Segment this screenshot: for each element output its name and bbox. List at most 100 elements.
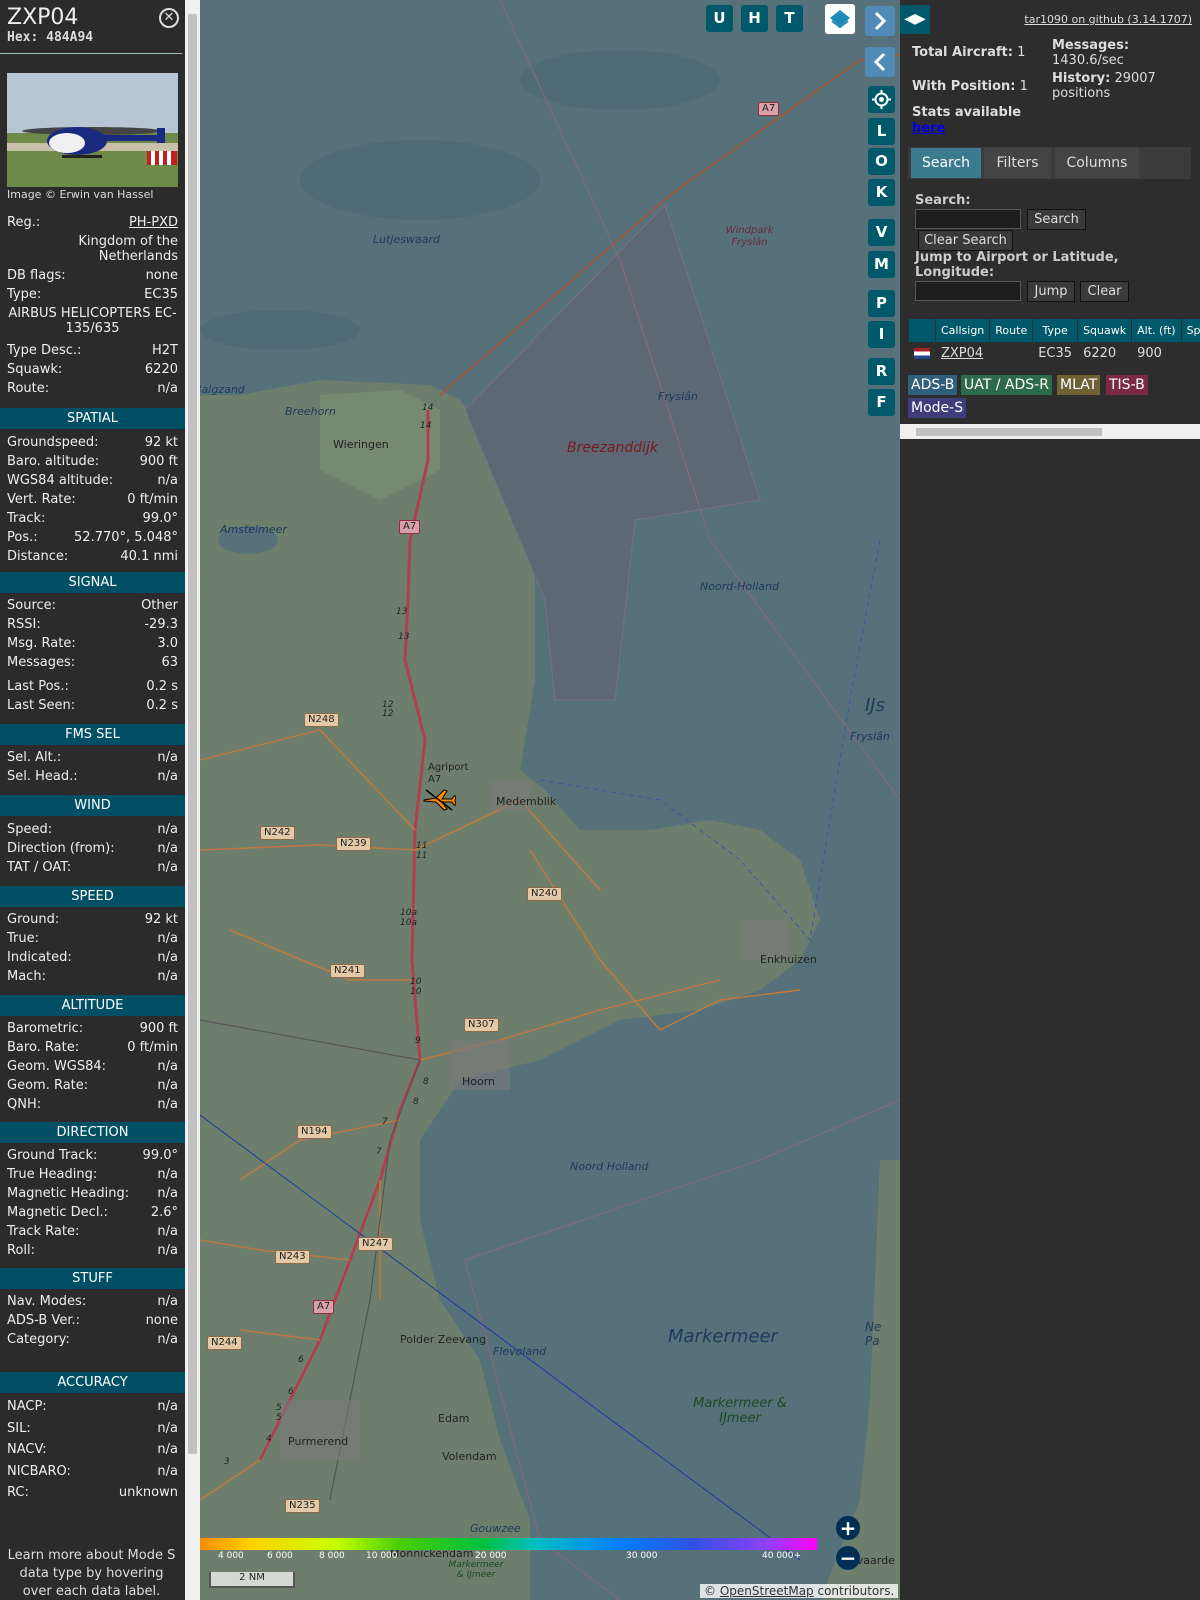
direction-label[interactable]: Track Rate:: [7, 1224, 79, 1239]
accuracy-value: unknown: [118, 1485, 178, 1500]
stuff-label[interactable]: ADS-B Ver.:: [7, 1313, 80, 1328]
signal-label[interactable]: Last Pos.:: [7, 679, 69, 694]
clear-button[interactable]: Clear: [1080, 281, 1129, 302]
github-link[interactable]: tar1090 on github (3.14.1707): [1024, 13, 1192, 26]
signal-label[interactable]: Messages:: [7, 655, 75, 670]
direction-label[interactable]: True Heading:: [7, 1167, 97, 1182]
map-button-l[interactable]: L: [868, 118, 895, 145]
search-button[interactable]: Search: [1027, 209, 1086, 230]
map-button-p[interactable]: P: [868, 290, 895, 317]
badge-adsb[interactable]: ADS-B: [908, 375, 958, 395]
spatial-row: Distance: 40.1 nmi: [7, 549, 178, 564]
aircraft-photo[interactable]: [7, 73, 178, 187]
badge-modes[interactable]: Mode-S: [908, 398, 967, 418]
stuff-label[interactable]: Category:: [7, 1332, 70, 1347]
col-type[interactable]: Type: [1032, 318, 1079, 343]
jump-input[interactable]: [915, 281, 1021, 301]
map-button-r[interactable]: R: [868, 358, 895, 385]
accuracy-label[interactable]: NACP:: [7, 1399, 47, 1414]
fms-label[interactable]: Sel. Head.:: [7, 769, 78, 784]
col-callsign[interactable]: Callsign: [934, 318, 991, 343]
tab-filters[interactable]: Filters: [984, 148, 1051, 178]
map-button-h[interactable]: H: [741, 5, 768, 32]
fms-label[interactable]: Sel. Alt.:: [7, 750, 61, 765]
altitude-label[interactable]: QNH:: [7, 1097, 41, 1112]
spatial-label[interactable]: WGS84 altitude:: [7, 473, 113, 488]
cell-callsign[interactable]: ZXP04: [934, 342, 991, 365]
wind-label[interactable]: TAT / OAT:: [7, 860, 71, 875]
zoom-out-icon[interactable]: −: [836, 1546, 860, 1570]
speed-label[interactable]: Ground:: [7, 912, 59, 927]
direction-label[interactable]: Magnetic Decl.:: [7, 1205, 108, 1220]
signal-label[interactable]: Msg. Rate:: [7, 636, 76, 651]
altitude-row: Geom. Rate: n/a: [7, 1078, 178, 1093]
jump-button[interactable]: Jump: [1027, 281, 1075, 302]
accuracy-label[interactable]: NICBARO:: [7, 1464, 71, 1479]
map-button-v[interactable]: V: [868, 219, 895, 246]
accuracy-label[interactable]: RC:: [7, 1485, 29, 1500]
spatial-label[interactable]: Track:: [7, 511, 45, 526]
spatial-label[interactable]: Groundspeed:: [7, 435, 98, 450]
signal-label[interactable]: Last Seen:: [7, 698, 75, 713]
wind-label[interactable]: Speed:: [7, 822, 52, 837]
accuracy-label[interactable]: SIL:: [7, 1421, 31, 1436]
altitude-value: n/a: [157, 1078, 178, 1093]
reg-link[interactable]: PH-PXD: [129, 215, 178, 230]
tab-columns[interactable]: Columns: [1055, 148, 1139, 178]
chevron-left-icon[interactable]: [865, 47, 895, 77]
map-button-o[interactable]: O: [868, 148, 895, 175]
tab-search[interactable]: Search: [911, 148, 981, 178]
table-row[interactable]: ZXP04 EC35 6220 900: [908, 342, 1200, 365]
osm-link[interactable]: OpenStreetMap: [720, 1584, 814, 1598]
map-button-f[interactable]: F: [868, 389, 895, 416]
map-view[interactable]: Wieringen Breezanddijk Windpark Fryslân Lut…: [200, 0, 900, 1600]
map-button-t[interactable]: T: [776, 5, 803, 32]
spatial-label[interactable]: Distance:: [7, 549, 68, 564]
signal-label[interactable]: RSSI:: [7, 617, 41, 632]
map-button-k[interactable]: K: [868, 179, 895, 206]
col-altitude[interactable]: Alt. (ft): [1131, 318, 1182, 343]
direction-label[interactable]: Ground Track:: [7, 1148, 97, 1163]
spatial-label[interactable]: Pos.:: [7, 530, 38, 545]
settings-gear-icon[interactable]: [868, 86, 895, 113]
map-label-noord-holland-2: Noord Holland: [570, 1160, 649, 1173]
altitude-label[interactable]: Geom. Rate:: [7, 1078, 88, 1093]
badge-mlat[interactable]: MLAT: [1057, 375, 1101, 395]
col-route[interactable]: Route: [989, 318, 1034, 343]
speed-label[interactable]: Mach:: [7, 969, 46, 984]
close-icon[interactable]: ✕: [159, 8, 179, 28]
table-hscrollbar[interactable]: [900, 424, 1200, 439]
col-squawk[interactable]: Squawk: [1077, 318, 1133, 343]
stuff-label[interactable]: Nav. Modes:: [7, 1294, 86, 1309]
chevron-right-icon[interactable]: [865, 6, 895, 36]
altitude-label[interactable]: Geom. WGS84:: [7, 1059, 106, 1074]
speed-label[interactable]: Indicated:: [7, 950, 72, 965]
layers-icon[interactable]: [825, 4, 855, 34]
expand-sidebar-icon[interactable]: ◀▶: [900, 5, 930, 34]
col-flag[interactable]: [908, 318, 936, 343]
signal-label[interactable]: Source:: [7, 598, 56, 613]
spatial-label[interactable]: Baro. altitude:: [7, 454, 99, 469]
badge-tisb[interactable]: TIS-B: [1106, 375, 1148, 395]
search-input[interactable]: [915, 209, 1021, 229]
aircraft-marker-icon[interactable]: [422, 786, 456, 814]
speed-label[interactable]: True:: [7, 931, 39, 946]
altitude-label[interactable]: Barometric:: [7, 1021, 83, 1036]
spatial-label[interactable]: Vert. Rate:: [7, 492, 76, 507]
badge-uat[interactable]: UAT / ADS-R: [961, 375, 1052, 395]
direction-label[interactable]: Roll:: [7, 1243, 35, 1258]
col-speed[interactable]: Spd.: [1180, 318, 1200, 343]
stats-here-link[interactable]: here: [912, 121, 945, 136]
accuracy-label[interactable]: NACV:: [7, 1442, 47, 1457]
info-scrollbar-thumb[interactable]: [188, 14, 197, 1454]
map-button-i[interactable]: I: [868, 321, 895, 348]
map-button-m[interactable]: M: [868, 251, 895, 278]
direction-label[interactable]: Magnetic Heading:: [7, 1186, 129, 1201]
wind-label[interactable]: Direction (from):: [7, 841, 115, 856]
altitude-label[interactable]: Baro. Rate:: [7, 1040, 79, 1055]
zoom-in-icon[interactable]: +: [836, 1516, 860, 1540]
clear-search-button[interactable]: Clear Search: [918, 230, 1013, 251]
hscroll-thumb[interactable]: [916, 428, 1102, 436]
colorbar-tick: 10 000: [366, 1551, 398, 1561]
map-button-u[interactable]: U: [706, 5, 733, 32]
